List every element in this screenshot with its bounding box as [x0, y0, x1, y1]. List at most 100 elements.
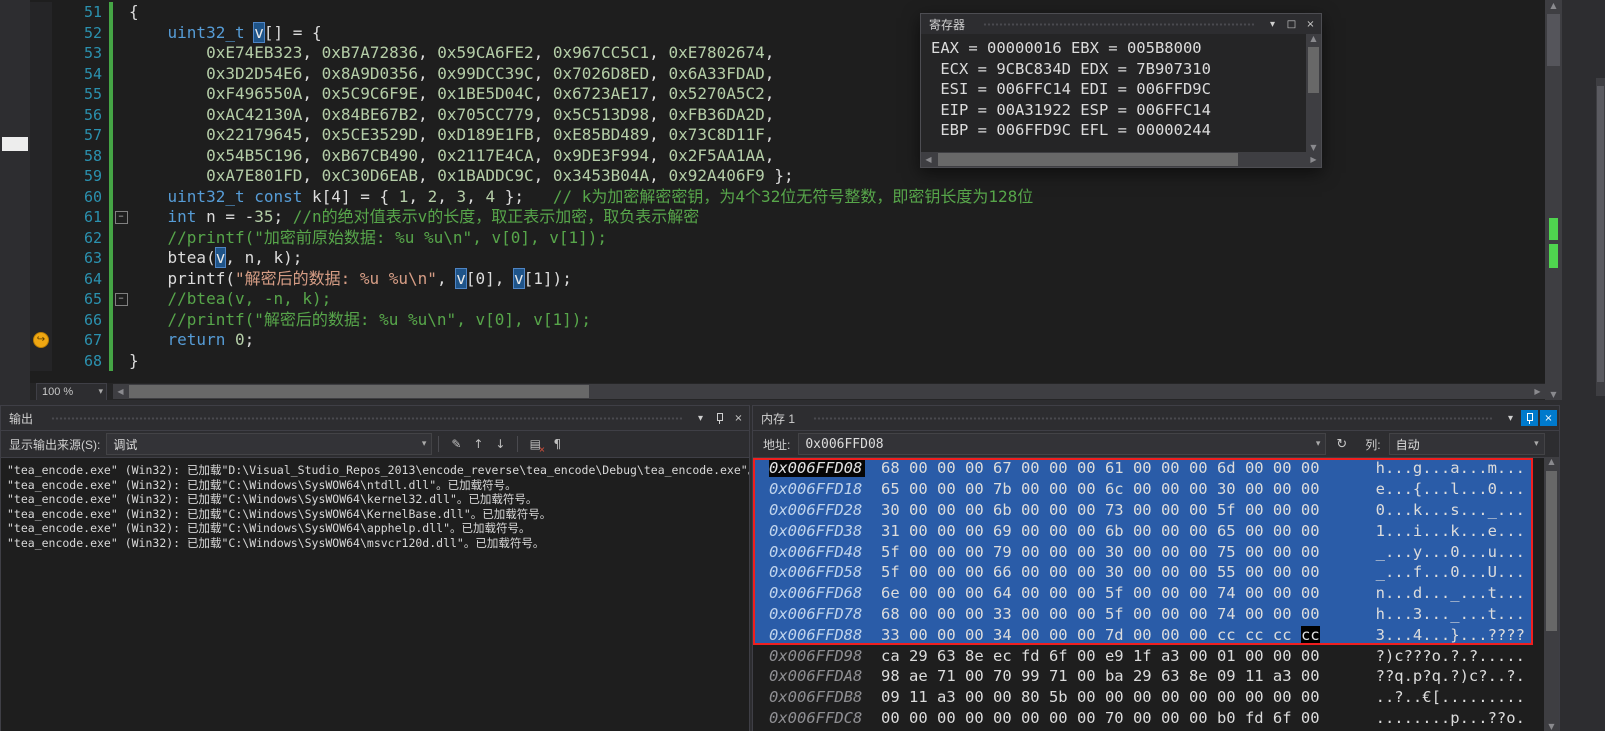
- editor-horizontal-scrollbar[interactable]: ◀ ▶: [113, 384, 1545, 399]
- next-message-icon[interactable]: ↓: [489, 434, 511, 454]
- output-header[interactable]: 输出 ▾ ×: [1, 406, 749, 431]
- memory-header[interactable]: 内存 1 ▾ ×: [753, 406, 1559, 431]
- line-number[interactable]: 61: [52, 208, 102, 226]
- scrollbar-thumb[interactable]: [129, 385, 589, 398]
- code-line[interactable]: 62 //printf("加密前原始数据: %u %u\n", v[0], v[…: [30, 227, 1545, 248]
- line-number[interactable]: 51: [52, 3, 102, 21]
- memory-row[interactable]: 0x006FFD68 6e 00 00 00 64 00 00 00 5f 00 …: [753, 582, 1533, 604]
- memory-hex-bytes[interactable]: 68 00 00 00 67 00 00 00 61 00 00 00 6d 0…: [881, 459, 1320, 477]
- output-line[interactable]: "tea_encode.exe" (Win32): 已加载"C:\Windows…: [7, 492, 749, 507]
- registers-vertical-scrollbar[interactable]: ▲ ▼: [1306, 34, 1321, 152]
- register-row[interactable]: ESI = 006FFC14 EDI = 006FFD9C: [931, 79, 1306, 100]
- registers-titlebar[interactable]: 寄存器 ▾ □ ×: [921, 14, 1321, 34]
- drag-grip[interactable]: [51, 415, 682, 421]
- memory-row[interactable]: 0x006FFD18 65 00 00 00 7b 00 00 00 6c 00 …: [753, 478, 1533, 500]
- find-message-icon[interactable]: ✎: [445, 434, 467, 454]
- maximize-icon[interactable]: □: [1283, 16, 1300, 32]
- left-scrollbar-thumb[interactable]: [2, 137, 28, 151]
- breakpoint-margin[interactable]: ↪: [30, 330, 52, 351]
- memory-ascii[interactable]: _...y...0...u...: [1376, 543, 1525, 561]
- breakpoint-margin[interactable]: [30, 186, 52, 207]
- memory-address[interactable]: 0x006FFD88: [769, 626, 865, 644]
- output-line[interactable]: "tea_encode.exe" (Win32): 已加载"C:\Windows…: [7, 536, 749, 551]
- memory-hex-bytes[interactable]: 30 00 00 00 6b 00 00 00 73 00 00 00 5f 0…: [881, 501, 1320, 519]
- memory-ascii[interactable]: n...d..._...t...: [1376, 584, 1525, 602]
- memory-address[interactable]: 0x006FFD28: [769, 501, 865, 519]
- scroll-down-icon[interactable]: ▼: [1545, 390, 1562, 399]
- line-number[interactable]: 56: [52, 106, 102, 124]
- line-number[interactable]: 53: [52, 44, 102, 62]
- collapse-region-icon[interactable]: −: [114, 210, 128, 224]
- code-line[interactable]: 64 printf("解密后的数据: %u %u\n", v[0], v[1])…: [30, 267, 1545, 289]
- register-row[interactable]: EIP = 00A31922 ESP = 006FFC14: [931, 100, 1306, 121]
- pin-icon[interactable]: [1521, 410, 1538, 426]
- breakpoint-margin[interactable]: [30, 22, 52, 43]
- line-number[interactable]: 60: [52, 188, 102, 206]
- output-line[interactable]: "tea_encode.exe" (Win32): 已加载"C:\Windows…: [7, 507, 749, 522]
- memory-hex-bytes[interactable]: 31 00 00 00 69 00 00 00 6b 00 00 00 65 0…: [881, 522, 1320, 540]
- memory-address[interactable]: 0x006FFD58: [769, 563, 865, 581]
- output-source-dropdown[interactable]: 调试 ▾: [106, 433, 433, 455]
- memory-row[interactable]: 0x006FFD88 33 00 00 00 34 00 00 00 7d 00 …: [753, 624, 1533, 646]
- breakpoint-margin[interactable]: [30, 207, 52, 228]
- memory-ascii[interactable]: _...f...0...U...: [1376, 563, 1525, 581]
- line-number[interactable]: 54: [52, 65, 102, 83]
- columns-dropdown[interactable]: 自动 ▾: [1388, 433, 1545, 455]
- memory-address[interactable]: 0x006FFD78: [769, 605, 865, 623]
- memory-row[interactable]: 0x006FFD08 68 00 00 00 67 00 00 00 61 00 …: [753, 458, 1533, 479]
- memory-row[interactable]: 0x006FFD78 68 00 00 00 33 00 00 00 5f 00 …: [753, 603, 1533, 625]
- refresh-icon[interactable]: ↻: [1336, 437, 1347, 452]
- breakpoint-margin[interactable]: [30, 166, 52, 187]
- memory-ascii[interactable]: 0...k...s..._...: [1376, 501, 1525, 519]
- fold-margin[interactable]: −: [113, 210, 129, 224]
- memory-ascii[interactable]: ??q.p?q.?)c?..?.: [1376, 667, 1525, 685]
- memory-hex-bytes[interactable]: 33 00 00 00 34 00 00 00 7d 00 00 00 cc c…: [881, 625, 1320, 644]
- window-position-icon[interactable]: ▾: [1264, 16, 1281, 32]
- memory-hex-bytes[interactable]: ca 29 63 8e ec fd 6f 00 e9 1f a3 00 01 0…: [881, 647, 1320, 665]
- memory-address[interactable]: 0x006FFD48: [769, 543, 865, 561]
- scroll-right-icon[interactable]: ▶: [1306, 155, 1321, 164]
- scrollbar-thumb[interactable]: [1547, 14, 1560, 66]
- memory-row[interactable]: 0x006FFDB8 09 11 a3 00 00 80 5b 00 00 00 …: [753, 687, 1533, 708]
- line-number[interactable]: 63: [52, 249, 102, 267]
- memory-ascii[interactable]: h...g...a...m...: [1376, 459, 1525, 477]
- window-position-icon[interactable]: ▾: [692, 410, 709, 426]
- memory-address[interactable]: 0x006FFD98: [769, 647, 865, 665]
- scrollbar-thumb[interactable]: [938, 153, 1238, 166]
- memory-ascii[interactable]: 3...4...}...????: [1376, 626, 1525, 644]
- memory-address[interactable]: 0x006FFD38: [769, 522, 865, 540]
- breakpoint-margin[interactable]: [30, 43, 52, 64]
- breakpoint-margin[interactable]: [30, 268, 52, 289]
- line-number[interactable]: 58: [52, 147, 102, 165]
- memory-ascii[interactable]: e...{...l...0...: [1376, 480, 1525, 498]
- line-number[interactable]: 62: [52, 229, 102, 247]
- scrollbar-thumb[interactable]: [1308, 47, 1319, 93]
- memory-row[interactable]: 0x006FFD58 5f 00 00 00 66 00 00 00 30 00 …: [753, 561, 1533, 583]
- drag-grip[interactable]: [813, 415, 1492, 421]
- window-position-icon[interactable]: ▾: [1502, 410, 1519, 426]
- memory-hex-bytes[interactable]: 98 ae 71 00 70 99 71 00 ba 29 63 8e 09 1…: [881, 667, 1320, 685]
- breakpoint-margin[interactable]: [30, 309, 52, 330]
- scroll-left-icon[interactable]: ◀: [113, 387, 128, 396]
- scroll-up-icon[interactable]: ▲: [1306, 34, 1321, 43]
- memory-row[interactable]: 0x006FFD38 31 00 00 00 69 00 00 00 6b 00 …: [753, 520, 1533, 542]
- memory-content[interactable]: 0x006FFD08 68 00 00 00 67 00 00 00 61 00 …: [753, 457, 1559, 731]
- scroll-down-icon[interactable]: ▼: [1544, 722, 1559, 731]
- breakpoint-margin[interactable]: [30, 289, 52, 310]
- breakpoint-margin[interactable]: [30, 84, 52, 105]
- register-row[interactable]: ECX = 9CBC834D EDX = 7B907310: [931, 59, 1306, 80]
- scroll-up-icon[interactable]: ▲: [1545, 1, 1562, 10]
- memory-ascii[interactable]: ?)c???o.?.?.....: [1376, 647, 1525, 665]
- register-row[interactable]: EBP = 006FFD9C EFL = 00000244: [931, 120, 1306, 141]
- memory-hex-bytes[interactable]: 5f 00 00 00 66 00 00 00 30 00 00 00 55 0…: [881, 563, 1320, 581]
- drag-grip[interactable]: [983, 21, 1254, 27]
- memory-ascii[interactable]: 1...i...k...e...: [1376, 522, 1525, 540]
- code-line[interactable]: 63 btea(v, n, k);: [30, 247, 1545, 269]
- previous-message-icon[interactable]: ↑: [467, 434, 489, 454]
- window-edge-scrollbar[interactable]: [1596, 78, 1605, 396]
- scroll-down-icon[interactable]: ▼: [1306, 143, 1321, 152]
- register-row[interactable]: EAX = 00000016 EBX = 005B8000: [931, 38, 1306, 59]
- line-number[interactable]: 67: [52, 331, 102, 349]
- code-line[interactable]: 65− //btea(v, -n, k);: [30, 289, 1545, 310]
- zoom-control[interactable]: 100 % ▾: [36, 382, 107, 400]
